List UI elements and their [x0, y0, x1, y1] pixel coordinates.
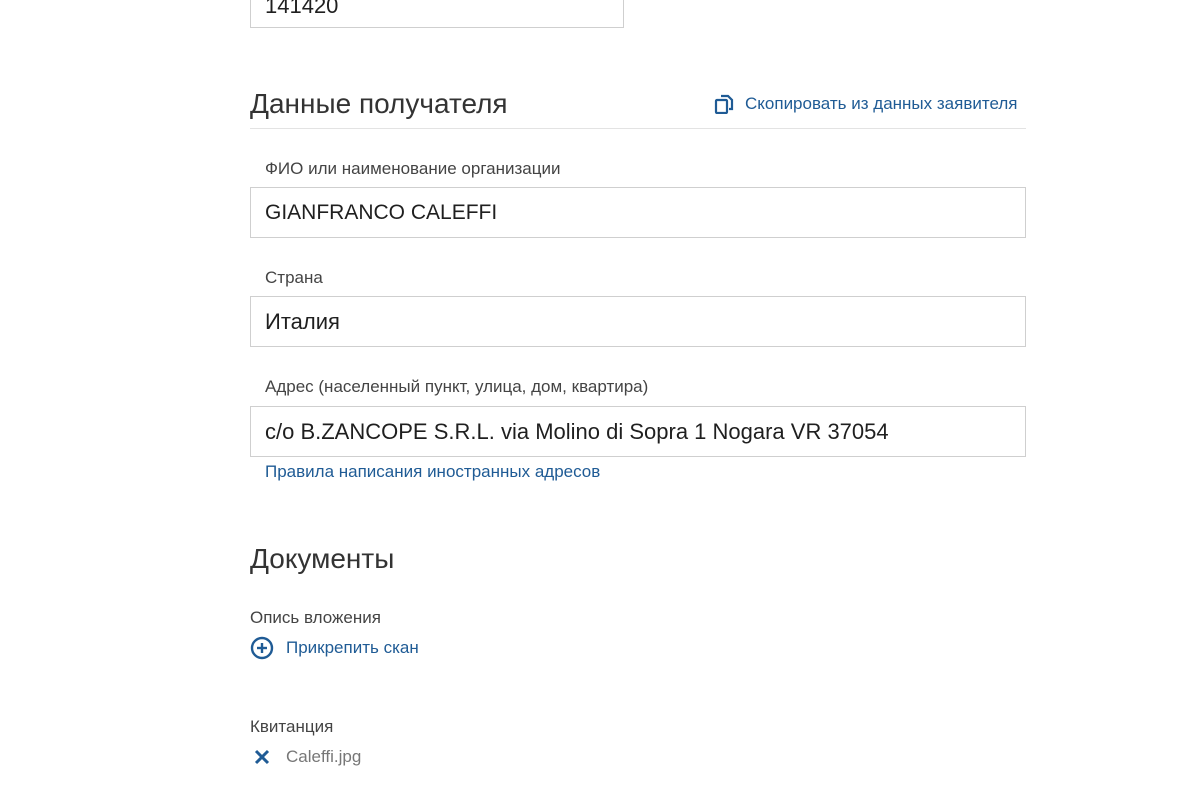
address-value: c/o B.ZANCOPE S.R.L. via Molino di Sopra… [265, 418, 889, 444]
documents-heading: Документы [250, 543, 395, 574]
address-field[interactable]: c/o B.ZANCOPE S.R.L. via Molino di Sopra… [250, 406, 1026, 457]
country-field[interactable]: Италия [250, 296, 1026, 347]
address-label: Адрес (населенный пункт, улица, дом, ква… [265, 377, 649, 396]
receipt-file-name: Caleffi.jpg [286, 747, 362, 766]
name-label: ФИО или наименование организации [265, 159, 561, 178]
recipient-heading: Данные получателя [250, 88, 508, 119]
country-value: Италия [265, 308, 340, 334]
attach-scan-label: Прикрепить скан [286, 638, 419, 657]
section-divider [250, 128, 1026, 129]
inventory-label: Опись вложения [250, 608, 381, 627]
copy-from-applicant-link[interactable]: Скопировать из данных заявителя [714, 94, 1017, 114]
attach-scan-link[interactable]: Прикрепить скан [250, 636, 419, 660]
name-field[interactable]: GIANFRANCO CALEFFI [250, 187, 1026, 238]
country-label: Страна [265, 268, 323, 287]
receipt-file-row: Caleffi.jpg [250, 745, 361, 769]
name-value: GIANFRANCO CALEFFI [265, 200, 498, 224]
address-rules-link[interactable]: Правила написания иностранных адресов [265, 462, 600, 482]
copy-icon [714, 94, 734, 114]
copy-from-applicant-label: Скопировать из данных заявителя [745, 94, 1018, 113]
receipt-label: Квитанция [250, 717, 334, 736]
close-icon[interactable] [250, 745, 274, 769]
index-field[interactable]: 141420 [250, 0, 624, 28]
index-value: 141420 [265, 0, 339, 18]
plus-circle-icon [250, 636, 274, 660]
